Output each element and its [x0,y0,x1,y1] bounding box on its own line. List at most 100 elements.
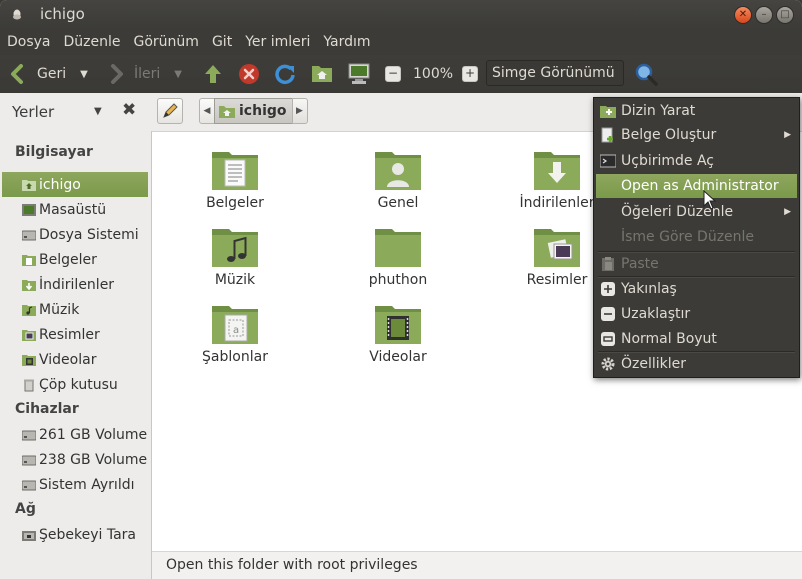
computer-button[interactable] [347,63,371,85]
reload-icon [275,64,295,85]
toolbar: Geri ▼ İleri ▼ − 100% + Simge Görünümü [0,55,802,93]
computer-icon [348,63,370,84]
folder-icon [375,229,421,267]
templates-folder-icon: a [212,306,258,344]
menu-edit[interactable]: Düzenle [57,34,127,50]
drive-icon [22,430,36,440]
videos-folder-icon [375,306,421,344]
breadcrumb-ichigo[interactable]: ichigo [214,98,293,124]
new-folder-icon [600,106,616,118]
forward-button[interactable]: İleri ▼ [108,64,182,84]
zoom-out-icon [601,307,615,321]
sidebar-item-browse-network[interactable]: Şebekeyi Tara [2,522,148,547]
menu-item-create-folder[interactable]: Dizin Yarat [596,99,797,123]
folder-item[interactable]: phuthon [343,226,453,288]
forward-history-chevron-icon[interactable]: ▼ [174,69,182,80]
drive-icon [22,480,36,490]
sidebar-section-computer: Bilgisayar [15,144,93,160]
home-folder-icon [22,179,36,191]
desktop-icon [22,203,36,216]
menu-view[interactable]: Görünüm [127,34,205,50]
sidebar-item-documents[interactable]: Belgeler [2,247,148,272]
music-folder-icon [212,229,258,267]
mouse-cursor-icon [703,190,717,210]
submenu-arrow-icon: ▶ [784,207,791,217]
home-folder-icon [219,105,235,118]
status-bar: Open this folder with root privileges [152,551,802,579]
minimize-window-button[interactable]: – [755,6,773,24]
documents-folder-icon [212,152,258,190]
maximize-window-button[interactable]: □ [776,6,794,24]
forward-label: İleri [134,66,161,82]
sidebar-item-volume-238[interactable]: 238 GB Volume [2,447,148,472]
folder-item[interactable]: Genel [343,149,453,211]
public-folder-icon [375,152,421,190]
downloads-folder-icon [534,152,580,190]
sidebar-item-system-reserved[interactable]: Sistem Ayrıldı [2,472,148,497]
up-button[interactable] [203,63,223,85]
sidebar-section-devices: Cihazlar [15,401,79,417]
sidebar-item-downloads[interactable]: İndirilenler [2,272,148,297]
folder-item[interactable]: a Şablonlar [180,303,290,365]
documents-folder-icon [22,254,36,266]
menu-item-open-as-administrator[interactable]: Open as Administrator [596,174,797,198]
trash-icon [24,379,34,391]
stop-button[interactable] [238,63,260,85]
sidebar-item-desktop[interactable]: Masaüstü [2,197,148,222]
title-bar[interactable]: ichigo ✕ – □ [0,0,802,29]
menu-help[interactable]: Yardım [316,34,376,50]
sidebar-type-select[interactable]: Yerler ▼ [12,103,102,121]
menu-bookmarks[interactable]: Yer imleri [238,34,316,50]
view-mode-value: Simge Görünümü [492,65,615,81]
submenu-arrow-icon: ▶ [784,130,791,140]
back-button[interactable]: Geri ▼ [8,64,88,84]
menu-item-properties[interactable]: Özellikler [596,352,797,376]
search-button[interactable] [634,62,658,86]
terminal-icon [600,154,616,168]
sidebar: Bilgisayar ichigo Masaüstü Dosya Sistemi… [0,131,152,579]
close-sidebar-icon[interactable]: ✖ [122,100,136,120]
menu-item-paste[interactable]: Paste [596,252,797,276]
menu-file[interactable]: Dosya [0,34,57,50]
music-folder-icon [22,304,36,316]
sidebar-type-dropdown-icon: ▼ [94,106,102,117]
downloads-folder-icon [22,279,36,291]
sidebar-item-pictures[interactable]: Resimler [2,322,148,347]
menu-item-sort-by-name[interactable]: İsme Göre Düzenle [596,225,797,249]
sidebar-item-trash[interactable]: Çöp kutusu [2,372,148,397]
home-button[interactable] [311,63,333,83]
menu-item-open-in-terminal[interactable]: Uçbirimde Aç [596,149,797,173]
sidebar-item-music[interactable]: Müzik [2,297,148,322]
home-folder-icon [312,66,332,82]
zoom-in-button[interactable]: + [462,66,478,82]
drive-icon [22,230,36,240]
pencil-icon [163,103,178,118]
back-history-chevron-icon[interactable]: ▼ [80,69,88,80]
folder-item[interactable]: Belgeler [180,149,290,211]
crumb-scroll-right-button[interactable]: ▶ [291,98,308,124]
sidebar-item-filesystem[interactable]: Dosya Sistemi [2,222,148,247]
menu-item-zoom-out[interactable]: Uzaklaştır [596,302,797,326]
menu-item-normal-size[interactable]: Normal Boyut [596,327,797,351]
pictures-folder-icon [22,329,36,341]
close-window-button[interactable]: ✕ [734,6,752,24]
toggle-location-entry-button[interactable] [157,98,183,124]
sidebar-item-videos[interactable]: Videolar [2,347,148,372]
network-icon [22,530,36,541]
sidebar-item-volume-261[interactable]: 261 GB Volume [2,422,148,447]
menu-item-create-document[interactable]: Belge Oluştur ▶ [596,123,797,147]
reload-button[interactable] [274,63,296,85]
sidebar-item-ichigo[interactable]: ichigo [2,172,148,197]
app-icon [13,9,21,20]
crumb-scroll-left-button[interactable]: ◀ [199,98,215,124]
menu-item-zoom-in[interactable]: Yakınlaş [596,277,797,301]
menu-item-arrange-items[interactable]: Öğeleri Düzenle ▶ [596,200,797,224]
sidebar-section-network: Ağ [15,501,36,517]
zoom-out-button[interactable]: − [385,66,401,82]
new-document-icon [601,127,613,143]
folder-item[interactable]: Müzik [180,226,290,288]
folder-item[interactable]: Videolar [343,303,453,365]
view-mode-select[interactable]: Simge Görünümü [486,60,624,86]
menu-go[interactable]: Git [205,34,238,50]
zoom-in-icon [601,282,615,296]
